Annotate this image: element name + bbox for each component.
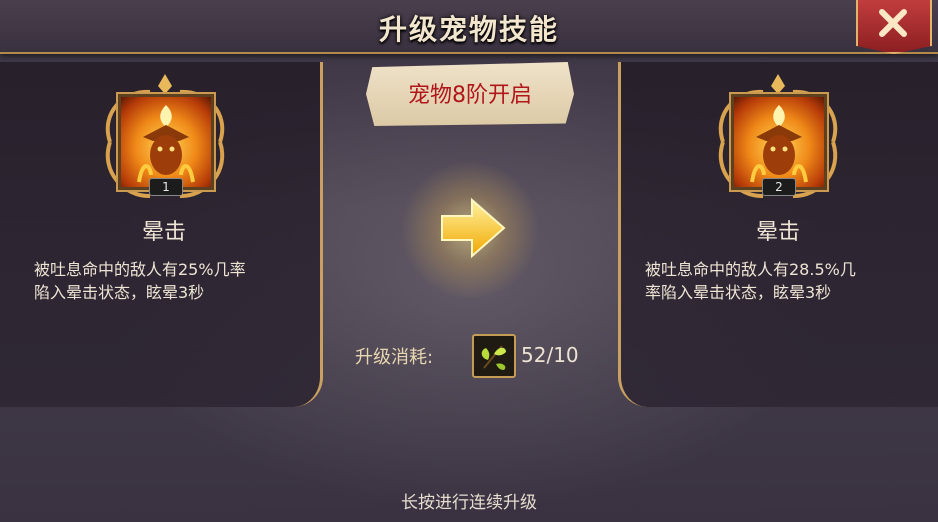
title-bar: 升级宠物技能 (0, 0, 938, 54)
current-skill-description-line1: 被吐息命中的敌人有25%几率 (34, 260, 246, 279)
current-skill-icon[interactable] (118, 94, 214, 190)
upgrade-cost-label: 升级消耗: (355, 347, 434, 368)
flame-demon-skill-icon (137, 105, 195, 183)
current-skill-name: 晕击 (141, 220, 186, 245)
next-skill-description-line2: 率陷入晕击状态，眩晕3秒 (645, 283, 832, 302)
close-x-icon (879, 9, 907, 37)
long-press-hint: 长按进行连续升级 (401, 493, 537, 513)
current-skill-description: 被吐息命中的敌人有25%几率 陷入晕击状态，眩晕3秒 (34, 258, 246, 304)
arrow-right-icon (441, 197, 506, 259)
dialog-title: 升级宠物技能 (378, 13, 559, 46)
next-skill-name: 晕击 (755, 220, 800, 245)
current-skill-level-badge: 1 (149, 178, 183, 196)
next-skill-level-badge: 2 (762, 178, 796, 196)
unlock-requirement-text: 宠物8阶开启 (408, 83, 532, 108)
herb-leaf-icon (481, 345, 506, 370)
cost-item-slot[interactable] (472, 334, 516, 378)
next-skill-description-line1: 被吐息命中的敌人有28.5%几 (645, 260, 856, 279)
flame-demon-skill-icon (750, 105, 808, 183)
current-skill-description-line2: 陷入晕击状态，眩晕3秒 (34, 283, 205, 302)
close-button[interactable] (856, 0, 932, 54)
upgrade-cost-value: 52/10 (521, 343, 579, 367)
next-skill-description: 被吐息命中的敌人有28.5%几 率陷入晕击状态，眩晕3秒 (645, 258, 856, 304)
next-skill-icon[interactable] (731, 94, 827, 190)
upgrade-pet-skill-dialog: 升级宠物技能 1 晕击 被吐息命中的敌人有25%几率 陷入晕击状态，眩晕3秒 2… (0, 0, 938, 522)
